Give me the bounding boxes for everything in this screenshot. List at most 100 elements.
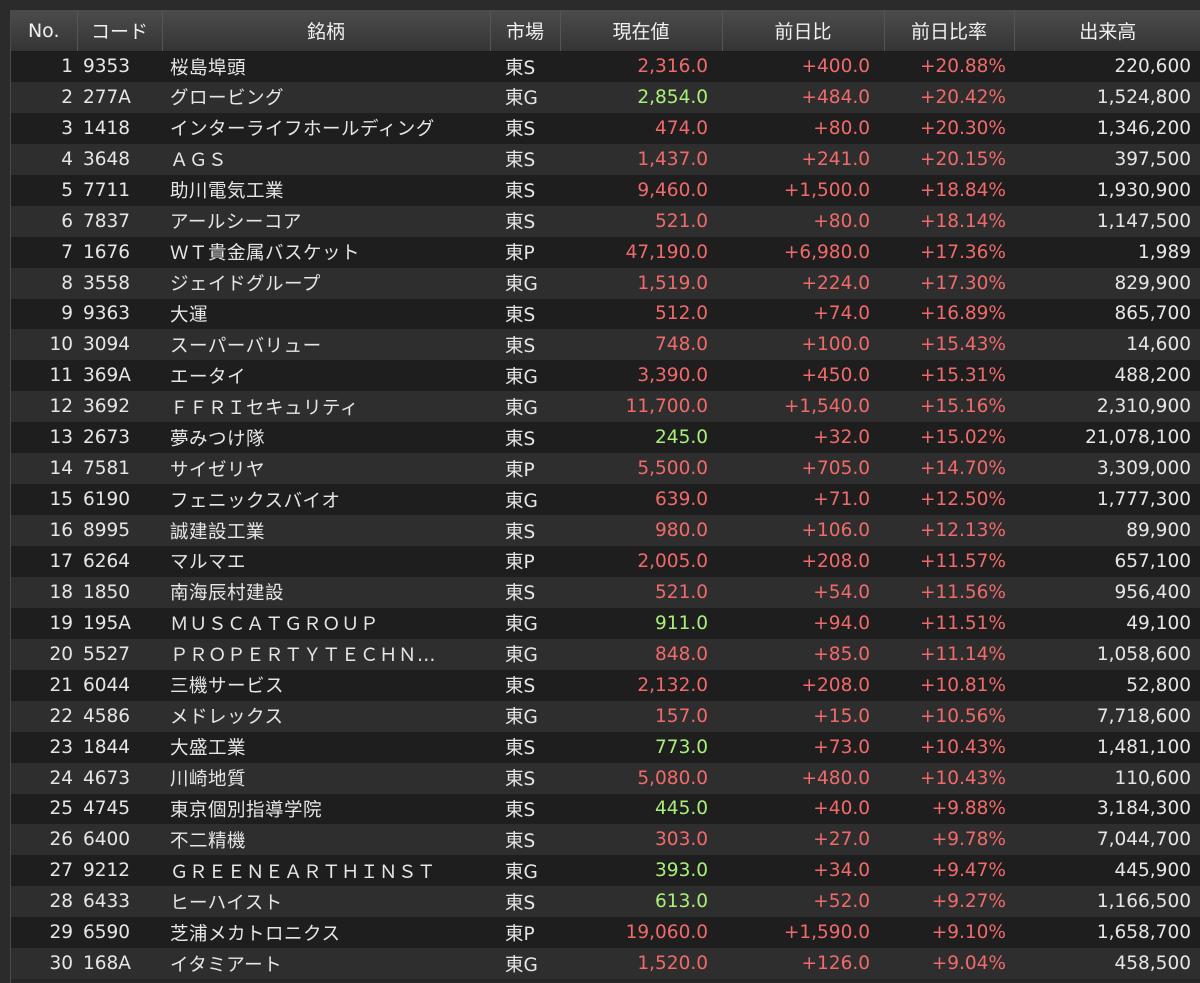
change-pct-cell: +18.14% xyxy=(919,210,1006,232)
table-row[interactable]: 12 3692 ＦＦＲＩセキュリティ 東G 11,700.0 +1,540.0 +15.16… xyxy=(11,391,1200,423)
stock-name-cell: 芝浦メカトロニクス xyxy=(170,923,341,945)
table-row[interactable]: 21 6044 三機サービス 東S 2,132.0 +208.0 +10.81% 52,800 xyxy=(11,669,1200,701)
column-header-volume[interactable]: 出来高 xyxy=(1014,11,1200,52)
table-row[interactable]: 4 3648 ＡＧＳ 東S 1,437.0 +241.0 +20.15% 397,500 xyxy=(11,143,1200,175)
change-pct-cell: +17.30% xyxy=(919,272,1006,294)
volume-cell: 220,600 xyxy=(1114,56,1191,78)
table-row[interactable]: 17 6264 マルマエ 東P 2,005.0 +208.0 +11.57% 657,100 xyxy=(11,546,1200,577)
stock-name-cell: ＭＵＳＣＡＴＧＲＯＵＰ xyxy=(170,614,380,636)
current-price-cell: 3,390.0 xyxy=(637,365,708,387)
column-header-no[interactable]: No. xyxy=(11,11,78,52)
table-row[interactable]: 14 7581 サイゼリヤ 東P 5,500.0 +705.0 +14.70% 3,309,0… xyxy=(11,453,1200,485)
market-cell: 東G xyxy=(505,614,538,636)
table-row[interactable]: 26 6400 不二精機 東S 303.0 +27.0 +9.78% 7,044,700 xyxy=(11,824,1200,856)
change-cell: +1,500.0 xyxy=(783,179,870,201)
rank-number-cell: 7 xyxy=(61,241,73,263)
column-header-change[interactable]: 前日比 xyxy=(722,11,885,52)
volume-cell: 488,200 xyxy=(1114,365,1191,387)
current-price-cell: 2,005.0 xyxy=(637,550,708,572)
change-cell: +126.0 xyxy=(801,953,870,975)
change-pct-cell: +20.42% xyxy=(919,86,1006,108)
rank-number-cell: 17 xyxy=(49,550,73,572)
market-cell: 東P xyxy=(505,459,535,481)
column-header-price[interactable]: 現在値 xyxy=(560,11,723,52)
column-header-change-pct[interactable]: 前日比率 xyxy=(884,11,1015,52)
rank-number-cell: 23 xyxy=(49,736,73,758)
current-price-cell: 303.0 xyxy=(655,829,708,851)
change-cell: +484.0 xyxy=(801,86,870,108)
table-row[interactable]: 25 4745 東京個別指導学院 東S 445.0 +40.0 +9.88% 3,184,30… xyxy=(11,793,1200,825)
change-cell: +32.0 xyxy=(813,427,870,449)
rank-number-cell: 21 xyxy=(49,674,73,696)
change-cell: +6,980.0 xyxy=(783,241,870,263)
stock-name-cell: ＷＴ貴金属バスケット xyxy=(170,243,361,265)
table-row[interactable]: 11 369A エータイ 東G 3,390.0 +450.0 +15.31% 488,200 xyxy=(11,360,1200,392)
rank-number-cell: 4 xyxy=(61,148,73,170)
stock-name-cell: ＰＲＯＰＥＲＴＹＴＥＣＨＮ… xyxy=(170,645,437,667)
current-price-cell: 47,190.0 xyxy=(625,241,708,263)
table-row[interactable]: 27 9212 ＧＲＥＥＮＥＡＲＴＨＩＮＳＴ 東G 393.0 +34.0 +9.47% 44… xyxy=(11,855,1200,887)
stock-code-cell: 6590 xyxy=(83,922,131,944)
column-header-name[interactable]: 銘柄 xyxy=(162,11,491,52)
current-price-cell: 613.0 xyxy=(655,891,708,913)
stock-name-cell: 三機サービス xyxy=(170,676,285,698)
table-row[interactable]: 3 1418 インターライフホールディング 東S 474.0 +80.0 +20.30% 1,… xyxy=(11,112,1200,144)
table-row[interactable]: 1 9353 桜島埠頭 東S 2,316.0 +400.0 +20.88% 220,600 xyxy=(11,51,1200,82)
table-row[interactable]: 2 277A グロービング 東G 2,854.0 +484.0 +20.42% 1,524,8… xyxy=(11,81,1200,113)
rank-number-cell: 6 xyxy=(61,210,73,232)
column-header-market[interactable]: 市場 xyxy=(490,11,561,52)
volume-cell: 49,100 xyxy=(1126,612,1191,634)
table-row[interactable]: 19 195A ＭＵＳＣＡＴＧＲＯＵＰ 東G 911.0 +94.0 +11.51% 49,1… xyxy=(11,607,1200,639)
rank-number-cell: 15 xyxy=(49,489,73,511)
change-pct-cell: +9.10% xyxy=(931,922,1006,944)
change-pct-cell: +12.50% xyxy=(919,489,1006,511)
table-row[interactable]: 10 3094 スーパーバリュー 東S 748.0 +100.0 +15.43% 14,600 xyxy=(11,329,1200,361)
volume-cell: 1,346,200 xyxy=(1096,117,1191,139)
rank-number-cell: 1 xyxy=(61,56,73,78)
table-row[interactable]: 23 1844 大盛工業 東S 773.0 +73.0 +10.43% 1,481,100 xyxy=(11,731,1200,763)
table-row[interactable]: 8 3558 ジェイドグループ 東G 1,519.0 +224.0 +17.30% 829,9… xyxy=(11,267,1200,299)
market-cell: 東S xyxy=(505,892,536,914)
current-price-cell: 1,437.0 xyxy=(637,148,708,170)
change-pct-cell: +15.16% xyxy=(919,396,1006,418)
table-row[interactable]: 7 1676 ＷＴ貴金属バスケット 東P 47,190.0 +6,980.0 +17.36%… xyxy=(11,236,1200,268)
change-pct-cell: +15.43% xyxy=(919,334,1006,356)
table-body: 1 9353 桜島埠頭 東S 2,316.0 +400.0 +20.88% 220,600 2 2… xyxy=(11,51,1200,980)
stock-name-cell: 川崎地質 xyxy=(170,769,247,791)
rank-number-cell: 27 xyxy=(49,860,73,882)
stock-code-cell: 4673 xyxy=(83,767,131,789)
volume-cell: 657,100 xyxy=(1114,550,1191,572)
stock-code-cell: 1676 xyxy=(83,241,131,263)
table-row[interactable]: 29 6590 芝浦メカトロニクス 東P 19,060.0 +1,590.0 +9.10% 1… xyxy=(11,917,1200,949)
rank-number-cell: 11 xyxy=(49,365,73,387)
volume-cell: 956,400 xyxy=(1114,581,1191,603)
table-row[interactable]: 16 8995 誠建設工業 東S 980.0 +106.0 +12.13% 89,900 xyxy=(11,515,1200,546)
table-row[interactable]: 24 4673 川崎地質 東S 5,080.0 +480.0 +10.43% 110,600 xyxy=(11,762,1200,794)
table-row[interactable]: 13 2673 夢みつけ隊 東S 245.0 +32.0 +15.02% 21,078,100 xyxy=(11,422,1200,454)
table-row[interactable]: 30 168A イタミアート 東G 1,520.0 +126.0 +9.04% 458,500 xyxy=(11,948,1200,980)
stock-name-cell: ヒーハイスト xyxy=(170,892,283,914)
table-row[interactable]: 6 7837 アールシーコア 東S 521.0 +80.0 +18.14% 1,147,500 xyxy=(11,205,1200,237)
rank-number-cell: 16 xyxy=(49,520,73,542)
volume-cell: 14,600 xyxy=(1126,334,1191,356)
stock-name-cell: インターライフホールディング xyxy=(170,119,435,141)
table-row[interactable]: 9 9363 大運 東S 512.0 +74.0 +16.89% 865,700 xyxy=(11,298,1200,330)
volume-cell: 865,700 xyxy=(1114,303,1191,325)
table-row[interactable]: 28 6433 ヒーハイスト 東S 613.0 +52.0 +9.27% 1,166,500 xyxy=(11,886,1200,918)
change-pct-cell: +20.88% xyxy=(919,56,1006,78)
volume-cell: 1,930,900 xyxy=(1096,179,1191,201)
rank-number-cell: 28 xyxy=(49,891,73,913)
stock-code-cell: 6044 xyxy=(83,674,131,696)
table-row[interactable]: 15 6190 フェニックスバイオ 東G 639.0 +71.0 +12.50% 1,777,… xyxy=(11,484,1200,516)
table-row[interactable]: 18 1850 南海辰村建設 東S 521.0 +54.0 +11.56% 956,400 xyxy=(11,576,1200,608)
change-cell: +208.0 xyxy=(801,674,870,696)
table-row[interactable]: 20 5527 ＰＲＯＰＥＲＴＹＴＥＣＨＮ… 東G 848.0 +85.0 +11.14% 1… xyxy=(11,638,1200,670)
stock-name-cell: ＡＧＳ xyxy=(170,150,228,172)
table-row[interactable]: 22 4586 メドレックス 東G 157.0 +15.0 +10.56% 7,718,600 xyxy=(11,700,1200,732)
column-header-code[interactable]: コード xyxy=(77,11,163,52)
current-price-cell: 245.0 xyxy=(655,427,708,449)
stock-name-cell: 誠建設工業 xyxy=(170,521,266,543)
stock-name-cell: エータイ xyxy=(170,366,247,388)
market-cell: 東S xyxy=(505,769,536,791)
table-row[interactable]: 5 7711 助川電気工業 東S 9,460.0 +1,500.0 +18.84% 1,930… xyxy=(11,174,1200,206)
